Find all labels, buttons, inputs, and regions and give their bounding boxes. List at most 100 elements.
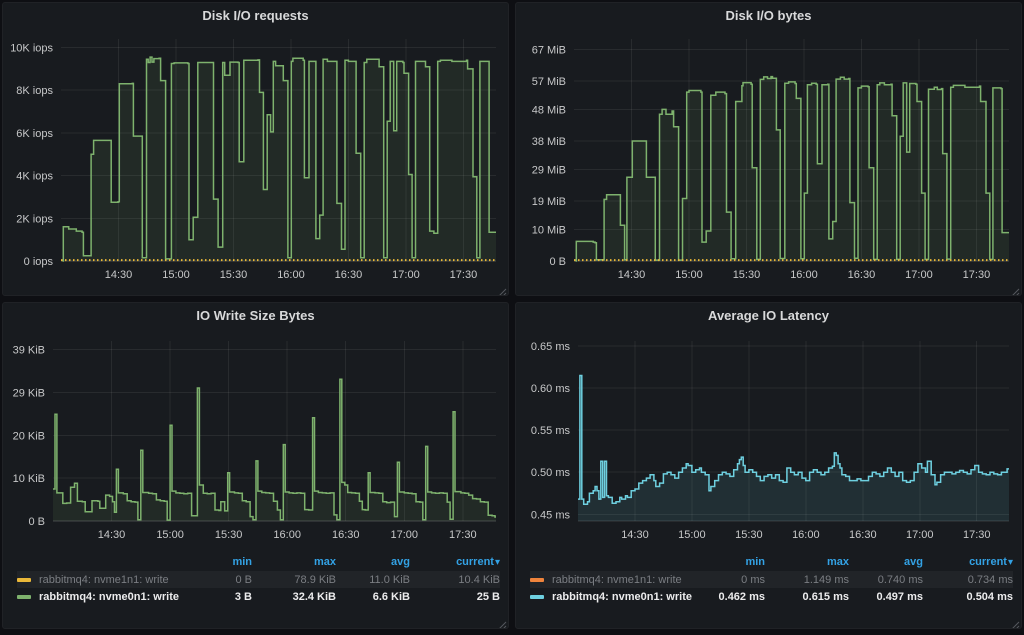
- panel-title[interactable]: IO Write Size Bytes: [3, 303, 508, 329]
- y-tick-label: 10K iops: [10, 43, 53, 55]
- x-tick-label: 14:30: [105, 269, 133, 281]
- x-tick-label: 17:30: [449, 529, 477, 541]
- x-tick-label: 17:30: [963, 269, 991, 281]
- legend-table: min max avg current▾ rabbitmq4: nvme1n1:…: [3, 551, 508, 605]
- legend-sort-current-label: current: [456, 556, 494, 568]
- legend-table: min max avg current▾ rabbitmq4: nvme1n1:…: [516, 551, 1021, 605]
- legend-sort-current[interactable]: current▾: [923, 556, 1013, 568]
- chart-svg[interactable]: 0 B10 KiB20 KiB29 KiB39 KiB14:3015:0015:…: [3, 329, 508, 551]
- legend-sort-current[interactable]: current▾: [410, 556, 500, 568]
- y-tick-label: 39 KiB: [13, 345, 45, 357]
- series-name: rabbitmq4: nvme1n1: write: [39, 574, 169, 586]
- panel-title[interactable]: Disk I/O requests: [3, 3, 508, 29]
- legend-min-value: 0.462 ms: [699, 591, 765, 603]
- x-tick-label: 17:00: [905, 269, 933, 281]
- sort-caret-icon: ▾: [1008, 557, 1013, 568]
- panel-disk-io-bytes: Disk I/O bytes 0 B10 MiB19 MiB29 MiB38 M…: [515, 2, 1022, 296]
- x-tick-label: 15:30: [733, 269, 761, 281]
- series-area: [576, 77, 1010, 261]
- y-tick-label: 0 B: [28, 516, 45, 528]
- legend-current-value: 0.734 ms: [923, 574, 1013, 586]
- legend-avg-value: 6.6 KiB: [336, 591, 410, 603]
- chart-canvas-io-write-size[interactable]: 0 B10 KiB20 KiB29 KiB39 KiB14:3015:0015:…: [3, 329, 508, 551]
- series-color-swatch: [17, 595, 31, 599]
- chart-canvas-disk-io-requests[interactable]: 0 iops2K iops4K iops6K iops8K iops10K io…: [3, 29, 508, 291]
- x-tick-label: 15:00: [678, 529, 706, 541]
- legend-row-nvme0n1[interactable]: rabbitmq4: nvme0n1: write 3 B 32.4 KiB 6…: [17, 588, 500, 605]
- dashboard-grid: Disk I/O requests 0 iops 2K iops 4K iops 6K…: [2, 2, 1022, 629]
- x-tick-label: 15:00: [162, 269, 190, 281]
- legend-sort-max[interactable]: max: [765, 556, 849, 568]
- legend-avg-value: 0.740 ms: [849, 574, 923, 586]
- panel-resize-handle-icon[interactable]: [1010, 617, 1020, 627]
- panel-title[interactable]: Disk I/O bytes: [516, 3, 1021, 29]
- y-tick-label: 6K iops: [16, 128, 53, 140]
- series-name: rabbitmq4: nvme0n1: write: [552, 591, 692, 603]
- legend-sort-avg[interactable]: avg: [849, 556, 923, 568]
- legend-current-value: 10.4 KiB: [410, 574, 500, 586]
- series-area: [578, 376, 1009, 522]
- legend-sort-avg[interactable]: avg: [336, 556, 410, 568]
- legend-header: min max avg current▾: [530, 553, 1013, 571]
- panel-resize-handle-icon[interactable]: [497, 284, 507, 294]
- y-tick-label: 67 MiB: [532, 44, 566, 56]
- series-color-swatch: [17, 578, 31, 582]
- legend-sort-min[interactable]: min: [699, 556, 765, 568]
- legend-sort-current-label: current: [969, 556, 1007, 568]
- x-tick-label: 14:30: [618, 269, 646, 281]
- x-tick-label: 17:30: [450, 269, 478, 281]
- x-tick-label: 17:00: [392, 269, 420, 281]
- y-tick-label: 19 MiB: [532, 196, 566, 208]
- y-tick-label: 48 MiB: [532, 104, 566, 116]
- legend-row-nvme0n1[interactable]: rabbitmq4: nvme0n1: write 0.462 ms 0.615…: [530, 588, 1013, 605]
- y-tick-label: 29 MiB: [532, 164, 566, 176]
- x-tick-label: 15:00: [156, 529, 184, 541]
- panel-title[interactable]: Average IO Latency: [516, 303, 1021, 329]
- panel-disk-io-requests: Disk I/O requests 0 iops 2K iops 4K iops 6K…: [2, 2, 509, 296]
- legend-current-value: 25 B: [410, 591, 500, 603]
- y-tick-label: 0.50 ms: [531, 467, 571, 479]
- legend-row-nvme1n1[interactable]: rabbitmq4: nvme1n1: write 0 B 78.9 KiB 1…: [17, 571, 500, 588]
- x-tick-label: 17:00: [906, 529, 934, 541]
- panel-resize-handle-icon[interactable]: [497, 617, 507, 627]
- legend-min-value: 3 B: [186, 591, 252, 603]
- legend-max-value: 78.9 KiB: [252, 574, 336, 586]
- y-tick-label: 0 iops: [24, 256, 54, 268]
- y-tick-label: 57 MiB: [532, 76, 566, 88]
- chart-canvas-disk-io-bytes[interactable]: 0 B10 MiB19 MiB29 MiB38 MiB48 MiB57 MiB6…: [516, 29, 1021, 291]
- x-tick-label: 16:30: [335, 269, 363, 281]
- series-color-swatch: [530, 578, 544, 582]
- legend-row-nvme1n1[interactable]: rabbitmq4: nvme1n1: write 0 ms 1.149 ms …: [530, 571, 1013, 588]
- x-tick-label: 16:00: [277, 269, 305, 281]
- y-tick-label: 0.45 ms: [531, 509, 571, 521]
- x-tick-label: 14:30: [621, 529, 649, 541]
- panel-resize-handle-icon[interactable]: [1010, 284, 1020, 294]
- x-tick-label: 15:30: [215, 529, 243, 541]
- y-tick-label: 2K iops: [16, 213, 53, 225]
- series-color-swatch: [530, 595, 544, 599]
- chart-svg[interactable]: 0 iops2K iops4K iops6K iops8K iops10K io…: [3, 29, 508, 291]
- legend-current-value: 0.504 ms: [923, 591, 1013, 603]
- sort-caret-icon: ▾: [495, 557, 500, 568]
- legend-avg-value: 11.0 KiB: [336, 574, 410, 586]
- chart-svg[interactable]: 0.45 ms0.50 ms0.55 ms0.60 ms0.65 ms14:30…: [516, 329, 1021, 551]
- legend-max-value: 0.615 ms: [765, 591, 849, 603]
- panel-io-write-size-bytes: IO Write Size Bytes 0 B10 KiB20 KiB29 Ki…: [2, 302, 509, 629]
- x-tick-label: 16:00: [790, 269, 818, 281]
- legend-sort-max[interactable]: max: [252, 556, 336, 568]
- y-tick-label: 4K iops: [16, 171, 53, 183]
- y-tick-label: 20 KiB: [13, 430, 45, 442]
- series-name: rabbitmq4: nvme1n1: write: [552, 574, 682, 586]
- y-tick-label: 0.60 ms: [531, 383, 571, 395]
- chart-canvas-io-latency[interactable]: 0.45 ms0.50 ms0.55 ms0.60 ms0.65 ms14:30…: [516, 329, 1021, 551]
- legend-header: min max avg current▾: [17, 553, 500, 571]
- legend-avg-value: 0.497 ms: [849, 591, 923, 603]
- y-tick-label: 0.55 ms: [531, 425, 571, 437]
- legend-sort-min[interactable]: min: [186, 556, 252, 568]
- panel-average-io-latency: Average IO Latency 0.45 ms 0.50 ms 0.55 ms…: [515, 302, 1022, 629]
- y-tick-label: 0 B: [549, 256, 566, 268]
- x-tick-label: 17:30: [963, 529, 991, 541]
- series-name: rabbitmq4: nvme0n1: write: [39, 591, 179, 603]
- legend-min-value: 0 ms: [699, 574, 765, 586]
- chart-svg[interactable]: 0 B10 MiB19 MiB29 MiB38 MiB48 MiB57 MiB6…: [516, 29, 1021, 291]
